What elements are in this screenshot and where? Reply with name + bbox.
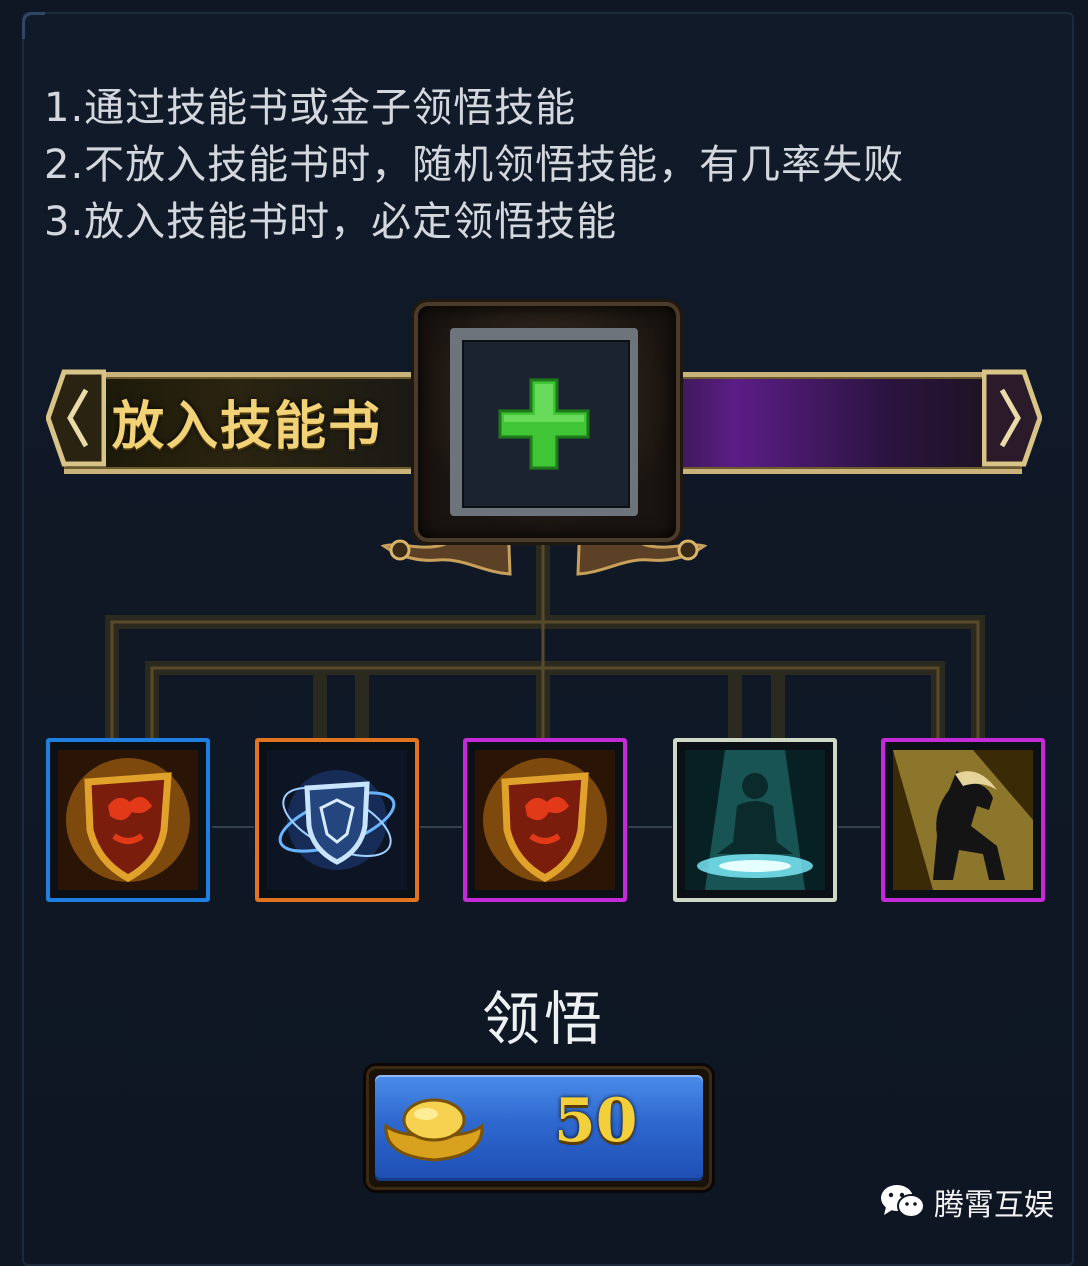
learn-cost: 50 — [554, 1086, 638, 1156]
skill-slot-2[interactable] — [255, 738, 419, 902]
watermark: 腾霄互娱 — [880, 1182, 1054, 1223]
banner-label: 放入技能书 — [112, 396, 383, 457]
skill-slot-1[interactable] — [46, 738, 210, 902]
watermark-text: 腾霄互娱 — [934, 1188, 1054, 1223]
red-shield-icon — [58, 750, 198, 890]
skill-slot-3[interactable] — [463, 738, 627, 902]
rule-line-2: 2.不放入技能书时，随机领悟技能，有几率失败 — [44, 142, 905, 188]
skill-connector — [838, 826, 880, 828]
black-horse-icon — [893, 750, 1033, 890]
blue-orbit-shield-icon — [267, 750, 407, 890]
wechat-icon — [881, 1185, 925, 1218]
skill-connector — [212, 826, 254, 828]
skill-slot-5[interactable] — [881, 738, 1045, 902]
red-shield-icon — [475, 750, 615, 890]
gold-ingot-icon — [384, 1098, 484, 1162]
learn-button[interactable]: 50 — [366, 1066, 712, 1190]
rules-text: 1.通过技能书或金子领悟技能 2.不放入技能书时，随机领悟技能，有几率失败 3.… — [44, 80, 1024, 251]
rule-line-3: 3.放入技能书时，必定领悟技能 — [44, 199, 618, 245]
meditating-figure-icon — [685, 750, 825, 890]
skill-connector — [628, 826, 672, 828]
frame-corner — [22, 12, 45, 39]
banner-cap-right — [982, 369, 1042, 467]
banner-cap-left — [46, 369, 106, 467]
rule-line-1: 1.通过技能书或金子领悟技能 — [44, 85, 577, 131]
skill-slot-4[interactable] — [673, 738, 837, 902]
green-plus-icon[interactable] — [494, 374, 594, 474]
learn-title: 领悟 — [481, 985, 606, 1053]
skill-connector — [420, 826, 462, 828]
